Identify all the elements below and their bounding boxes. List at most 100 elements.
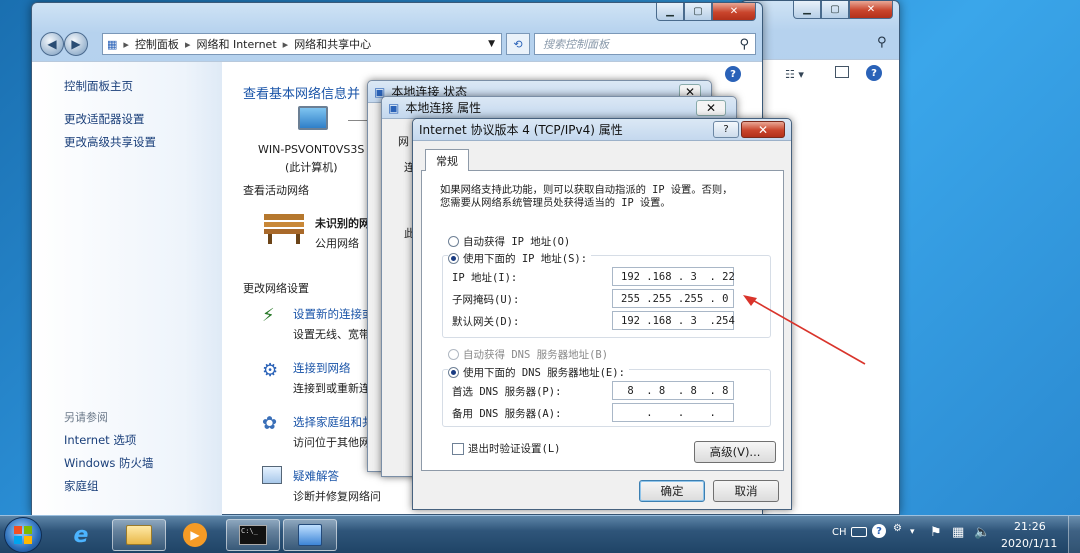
language-indicator[interactable]: CH: [832, 527, 847, 538]
properties-dialog-title: ▣ 本地连接 属性 ✕: [382, 97, 736, 119]
network-name: 未识别的网: [315, 217, 370, 230]
task-desc: 诊断并修复网络问: [293, 490, 381, 503]
ipv4-dialog-title: Internet 协议版本 4 (TCP/IPv4) 属性 ? ✕: [413, 119, 791, 141]
tab-panel: 如果网络支持此功能，则可以获取自动指派的 IP 设置。否则， 您需要从网络系统管…: [421, 170, 784, 471]
breadcrumb-item[interactable]: 控制面板: [135, 36, 179, 52]
show-desktop-button[interactable]: [1068, 516, 1080, 553]
taskbar-explorer-icon[interactable]: [112, 519, 166, 551]
tab-general[interactable]: 常规: [425, 149, 469, 171]
sidebar-item-firewall[interactable]: Windows 防火墙: [64, 455, 154, 471]
taskbar-ie-icon[interactable]: e: [54, 519, 108, 551]
caption-buttons: ▁ ▢ ✕: [793, 1, 893, 19]
taskbar: e ▶ C:\_ CH ? ⚙ ▾ ⚑ ▦ 🔈 21:26 2020/1/11: [0, 515, 1080, 553]
radio-icon[interactable]: [448, 253, 459, 264]
connector-line: [348, 120, 368, 121]
close-button[interactable]: ✕: [696, 99, 726, 116]
active-networks-title: 查看活动网络: [243, 184, 309, 197]
breadcrumb-item[interactable]: 网络和 Internet: [196, 36, 276, 52]
taskbar-cmd-icon[interactable]: C:\_: [226, 519, 280, 551]
start-button[interactable]: [4, 517, 42, 553]
volume-muted-icon[interactable]: 🔈: [974, 525, 990, 540]
task-title[interactable]: 连接到网络: [293, 360, 351, 376]
view-options-icon[interactable]: ☷ ▾: [785, 68, 804, 81]
preferred-dns-field[interactable]: 8 . 8 . 8 . 8: [612, 381, 734, 400]
caption-buttons: ▁ ▢ ✕: [656, 3, 756, 21]
radio-icon[interactable]: [448, 367, 459, 378]
network-status-icon[interactable]: ▦: [952, 525, 964, 540]
search-icon[interactable]: ⚲: [877, 35, 887, 50]
task-desc: 访问位于其他网: [293, 436, 370, 449]
annotation-arrow: [743, 295, 866, 365]
description-line: 您需要从网络系统管理员处获得适当的 IP 设置。: [440, 197, 671, 209]
sidebar-item-home[interactable]: 控制面板主页: [64, 78, 133, 94]
alternate-dns-field[interactable]: . . .: [612, 403, 734, 422]
taskbar-control-panel-icon[interactable]: [283, 519, 337, 551]
gateway-label: 默认网关(D):: [452, 316, 520, 328]
task-desc: 连接到或重新连: [293, 382, 370, 395]
taskbar-media-player-icon[interactable]: ▶: [168, 519, 222, 551]
task-title[interactable]: 设置新的连接或: [293, 306, 374, 322]
minimize-button[interactable]: ▁: [656, 3, 684, 21]
ok-button[interactable]: 确定: [639, 480, 705, 502]
network-type[interactable]: 公用网络: [315, 235, 359, 251]
task-title[interactable]: 选择家庭组和共: [293, 414, 374, 430]
close-button[interactable]: ✕: [712, 3, 756, 21]
ime-settings-icon[interactable]: ⚙: [893, 523, 902, 534]
breadcrumb-item[interactable]: 网络和共享中心: [294, 36, 371, 52]
checkbox-icon[interactable]: [452, 442, 464, 455]
page-title: 查看基本网络信息并: [243, 87, 361, 102]
chevron-down-icon[interactable]: ▾: [910, 527, 915, 537]
minimize-button[interactable]: ▁: [793, 1, 821, 19]
help-icon[interactable]: ?: [725, 66, 741, 82]
ip-label: IP 地址(I):: [452, 272, 518, 284]
ip-address-field[interactable]: 192 .168 . 3 . 22: [612, 267, 735, 286]
close-button[interactable]: ✕: [741, 121, 785, 138]
see-also-title: 另请参阅: [64, 411, 108, 424]
clock-time[interactable]: 21:26: [1014, 520, 1046, 533]
validate-checkbox[interactable]: 退出时验证设置(L): [452, 441, 560, 456]
radio-icon[interactable]: [448, 236, 459, 247]
refresh-button[interactable]: ⟲: [506, 33, 530, 55]
action-center-flag-icon[interactable]: ⚑: [930, 525, 942, 540]
gateway-field[interactable]: 192 .168 . 3 .254: [612, 311, 735, 330]
help-icon[interactable]: ?: [866, 65, 882, 81]
setup-connection-icon: ⚡: [262, 305, 275, 326]
task-title[interactable]: 疑难解答: [293, 468, 339, 484]
computer-sub: (此计算机): [285, 161, 338, 174]
keyboard-icon[interactable]: [851, 527, 867, 537]
computer-icon: [298, 106, 328, 130]
troubleshoot-icon: [262, 466, 282, 484]
mask-label: 子网掩码(U):: [452, 294, 520, 306]
subnet-mask-field[interactable]: 255 .255 .255 . 0: [612, 289, 734, 308]
search-icon[interactable]: ⚲: [739, 37, 749, 52]
forward-button[interactable]: ▶: [64, 32, 88, 56]
sidebar-item-sharing[interactable]: 更改高级共享设置: [64, 134, 156, 150]
auto-dns-radio[interactable]: 自动获得 DNS 服务器地址(B): [448, 347, 608, 362]
breadcrumb: ▸ 控制面板 ▸ 网络和 Internet ▸ 网络和共享中心: [123, 36, 372, 52]
homegroup-icon: ✿: [262, 413, 278, 434]
sidebar-item-adapter[interactable]: 更改适配器设置: [64, 111, 145, 127]
radio-icon[interactable]: [448, 349, 459, 360]
help-button[interactable]: ?: [713, 121, 739, 138]
maximize-button[interactable]: ▢: [821, 1, 849, 19]
static-dns-radio[interactable]: 使用下面的 DNS 服务器地址(E):: [448, 365, 629, 380]
search-input[interactable]: 搜索控制面板 ⚲: [534, 33, 756, 55]
sidebar-item-homegroup[interactable]: 家庭组: [64, 478, 99, 494]
address-bar[interactable]: ▦ ▸ 控制面板 ▸ 网络和 Internet ▸ 网络和共享中心 ▼: [102, 33, 502, 55]
back-button[interactable]: ◀: [40, 32, 64, 56]
auto-ip-radio[interactable]: 自动获得 IP 地址(O): [448, 234, 570, 249]
tab-network[interactable]: 网: [398, 133, 409, 149]
chevron-down-icon[interactable]: ▼: [488, 39, 495, 49]
close-button[interactable]: ✕: [849, 1, 893, 19]
static-ip-radio[interactable]: 使用下面的 IP 地址(S):: [448, 251, 592, 266]
help-icon[interactable]: ?: [872, 524, 886, 538]
advanced-button[interactable]: 高级(V)...: [694, 441, 776, 463]
connect-network-icon: ⚙: [262, 360, 279, 381]
maximize-button[interactable]: ▢: [684, 3, 712, 21]
preview-pane-icon[interactable]: [835, 66, 849, 78]
control-panel-icon: ▦: [107, 37, 118, 51]
cancel-button[interactable]: 取消: [713, 480, 779, 502]
clock-date[interactable]: 2020/1/11: [1001, 537, 1057, 550]
computer-name: WIN-PSVONT0VS3S: [258, 143, 365, 156]
sidebar-item-internet-options[interactable]: Internet 选项: [64, 432, 136, 448]
